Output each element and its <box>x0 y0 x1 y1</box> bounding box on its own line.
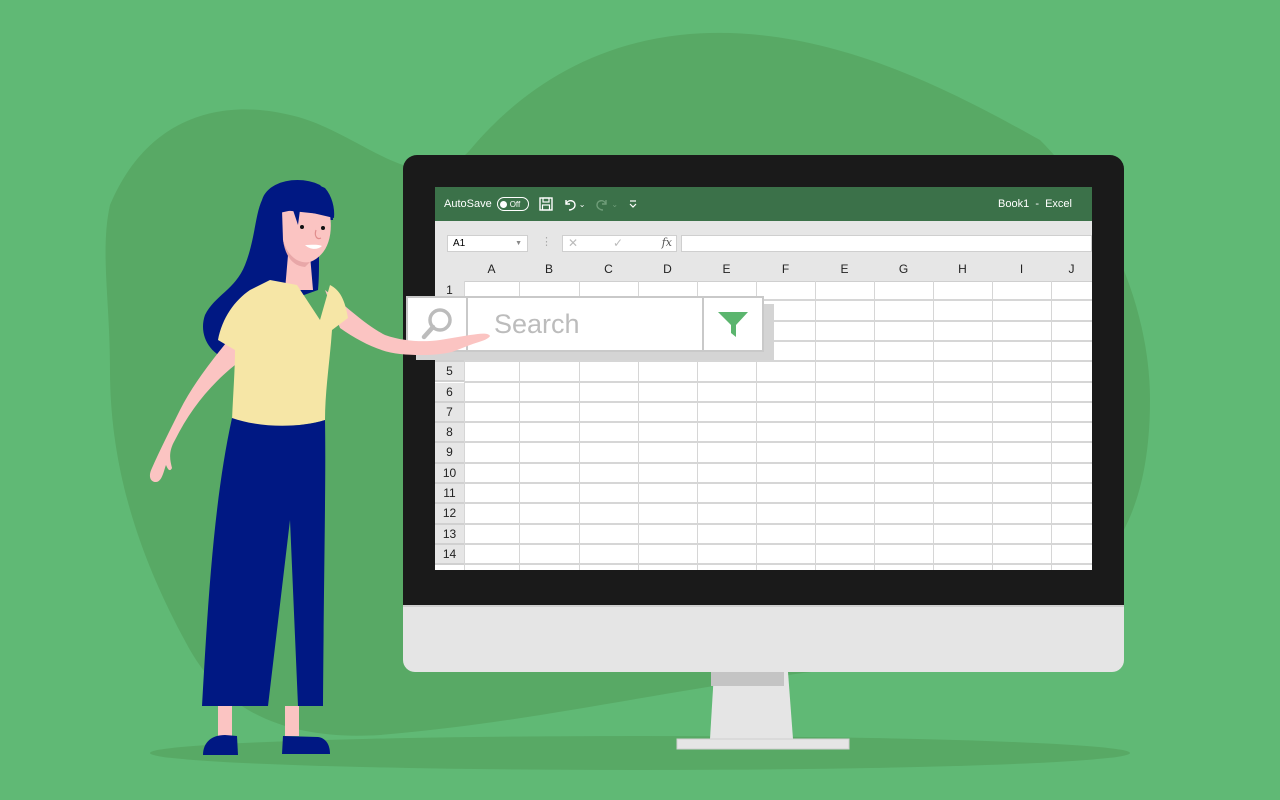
row-header[interactable]: 11 <box>435 484 464 505</box>
autosave-label: AutoSave <box>444 198 492 210</box>
column-header[interactable]: D <box>638 258 697 281</box>
name-box[interactable]: A1 ▼ <box>447 235 528 252</box>
column-gridline <box>1051 281 1052 570</box>
funnel-icon <box>718 312 748 337</box>
name-box-value: A1 <box>453 238 466 249</box>
scene: AutoSave Off ⌄ ⌄ Book1 - Excel A1 ▼ ⋮ ✕ … <box>0 0 1280 800</box>
row-gridline <box>464 502 1092 505</box>
row-gridline <box>464 360 1092 363</box>
search-input[interactable]: Search <box>468 298 702 350</box>
column-header[interactable]: G <box>874 258 933 281</box>
row-gridline <box>464 400 1092 403</box>
redo-icon[interactable]: ⌄ <box>595 197 618 211</box>
column-header[interactable]: F <box>756 258 815 281</box>
row-header[interactable]: 6 <box>435 382 464 403</box>
row-header[interactable]: 14 <box>435 544 464 566</box>
row-header[interactable]: 12 <box>435 504 464 525</box>
undo-icon[interactable]: ⌄ <box>563 197 586 211</box>
row-gridline <box>464 380 1092 383</box>
autosave-toggle[interactable]: Off <box>496 197 529 211</box>
row-header[interactable]: 9 <box>435 443 464 464</box>
undo-dropdown-icon[interactable]: ⌄ <box>579 200 586 209</box>
autosave-state: Off <box>509 199 521 209</box>
column-header-row: ABCDEFEGHIJ <box>435 258 1092 282</box>
search-button[interactable] <box>408 298 468 350</box>
stand-base <box>676 738 850 750</box>
formula-input[interactable] <box>681 235 1092 252</box>
redo-dropdown-icon[interactable]: ⌄ <box>611 200 618 209</box>
column-gridline <box>815 281 816 570</box>
formula-row: A1 ▼ ⋮ ✕ ✓ fx <box>435 221 1092 258</box>
row-header[interactable]: 8 <box>435 423 464 444</box>
customize-toolbar-icon[interactable] <box>628 199 638 209</box>
cancel-icon[interactable]: ✕ <box>568 236 578 250</box>
column-header[interactable]: C <box>579 258 638 281</box>
row-gridline <box>464 421 1092 424</box>
row-header[interactable]: 5 <box>435 362 464 383</box>
column-gridline <box>874 281 875 570</box>
column-header[interactable]: H <box>933 258 992 281</box>
column-gridline <box>933 281 934 570</box>
column-header[interactable]: A <box>464 258 519 281</box>
toggle-knob <box>499 200 507 208</box>
stand-neck-shadow <box>711 672 784 686</box>
excel-window: AutoSave Off ⌄ ⌄ Book1 - Excel A1 ▼ ⋮ ✕ … <box>435 187 1092 570</box>
column-gridline <box>992 281 993 570</box>
column-header[interactable]: J <box>1051 258 1092 281</box>
filter-button[interactable] <box>702 298 762 350</box>
magnifier-icon <box>421 308 452 340</box>
formula-buttons: ✕ ✓ fx <box>562 235 677 252</box>
column-header[interactable]: E <box>815 258 874 281</box>
row-gridline <box>464 441 1092 444</box>
formula-grip-icon: ⋮ <box>541 236 552 248</box>
row-gridline <box>464 522 1092 525</box>
column-header[interactable]: E <box>697 258 756 281</box>
enter-icon[interactable]: ✓ <box>613 236 623 250</box>
row-gridline <box>464 563 1092 566</box>
insert-function-icon[interactable]: fx <box>662 236 672 249</box>
select-all-corner[interactable] <box>435 258 464 281</box>
column-header[interactable]: I <box>992 258 1051 281</box>
search-box: Search <box>406 296 764 352</box>
excel-titlebar: AutoSave Off ⌄ ⌄ Book1 - Excel <box>435 187 1092 221</box>
row-header[interactable]: 13 <box>435 524 464 545</box>
row-gridline <box>464 461 1092 464</box>
search-widget: Search <box>406 296 774 360</box>
row-gridline <box>464 542 1092 545</box>
row-header[interactable]: 7 <box>435 402 464 424</box>
save-icon[interactable] <box>539 197 553 211</box>
row-gridline <box>464 482 1092 484</box>
row-header[interactable]: 10 <box>435 463 464 484</box>
column-header[interactable]: B <box>519 258 579 281</box>
name-box-dropdown-icon[interactable]: ▼ <box>515 236 522 251</box>
window-title: Book1 - Excel <box>998 198 1072 210</box>
